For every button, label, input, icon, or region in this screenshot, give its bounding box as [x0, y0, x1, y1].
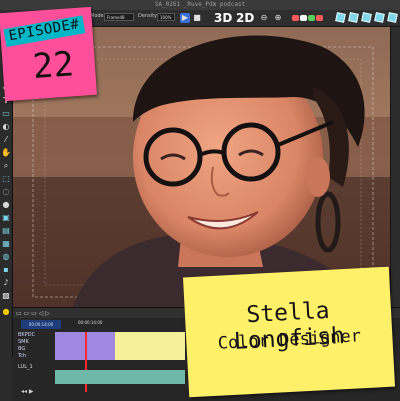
eyedropper-icon[interactable]: ⁄	[1, 135, 11, 145]
lasso-icon[interactable]: ◌	[1, 187, 11, 197]
track-name: BG	[18, 346, 26, 352]
audio-waveform[interactable]	[55, 370, 185, 384]
density-label: Density:	[138, 13, 159, 19]
episode-number: 22	[31, 44, 76, 88]
swatch-white[interactable]	[300, 15, 307, 21]
swatch-green[interactable]	[308, 15, 315, 21]
track-name: Tch	[18, 353, 27, 359]
frame-readout: 00:00:14:00	[21, 320, 61, 329]
view-3d-button[interactable]: 3D	[214, 11, 232, 25]
audio-track-label: LUL_1	[18, 364, 33, 370]
onion-icon[interactable]: ◍	[1, 252, 11, 262]
ruler-label: 00:00:14:00	[78, 320, 103, 325]
density-select[interactable]: 100%	[157, 13, 175, 21]
panel-tile-icon[interactable]	[335, 12, 346, 23]
mode-select[interactable]: Frame48	[104, 13, 134, 21]
rectangle-icon[interactable]: ▭	[1, 109, 11, 119]
swatch-red[interactable]	[292, 15, 299, 21]
camera-icon[interactable]: ▪	[1, 265, 11, 275]
frame-icon[interactable]: ▦	[1, 239, 11, 249]
track-name: SMK	[18, 339, 29, 345]
zoom-icon[interactable]: ⌕	[1, 161, 11, 171]
swatch-red-2[interactable]	[316, 15, 323, 21]
light-bulb-icon[interactable]: ●	[1, 307, 11, 317]
episode-card: EPISODE# 22	[0, 6, 97, 102]
view-2d-button[interactable]: 2D	[236, 11, 254, 25]
zoom-out-icon[interactable]: ⊖	[259, 13, 269, 23]
play-icon[interactable]: ▶	[180, 13, 190, 23]
panel-tile-icon[interactable]	[387, 12, 398, 23]
panel-tile-icon[interactable]	[348, 12, 359, 23]
audio-controls-icon[interactable]: ◂◂ ▶	[21, 388, 34, 395]
select-icon[interactable]: ⬚	[1, 174, 11, 184]
stamp-icon[interactable]: ▣	[1, 213, 11, 223]
hand-icon[interactable]: ✋	[1, 148, 11, 158]
name-card: Stella Longfish Color Designer	[183, 266, 395, 398]
grid-icon[interactable]: ▩	[1, 291, 11, 301]
sound-icon[interactable]: ♪	[1, 278, 11, 288]
panel-tile-icon[interactable]	[374, 12, 385, 23]
panel-tile-icon[interactable]	[361, 12, 372, 23]
fill-icon[interactable]: ◐	[1, 122, 11, 132]
smudge-icon[interactable]: ●	[1, 200, 11, 210]
zoom-in-icon[interactable]: ⊕	[273, 13, 283, 23]
right-scrollbar[interactable]	[390, 27, 400, 307]
clip-yellow[interactable]	[115, 332, 185, 360]
layer-icon[interactable]: ▤	[1, 226, 11, 236]
timeline-controls-icon[interactable]: ▭ ▭ ▭ ◁ ▷	[16, 310, 50, 317]
track-name: BKPDC	[18, 332, 36, 338]
stop-icon[interactable]: ■	[192, 13, 202, 23]
